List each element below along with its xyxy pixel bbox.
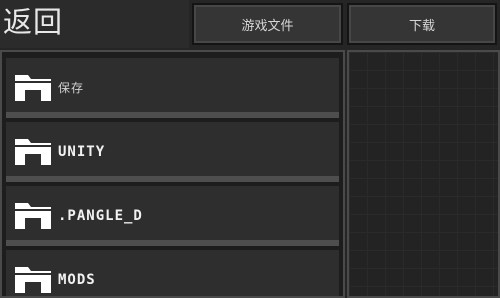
folder-row-mods[interactable]: MODS [6,250,339,296]
folder-icon [15,139,51,165]
folder-row-unity[interactable]: UNITY [6,122,339,182]
folder-icon [15,267,51,293]
folder-label: UNITY [58,144,106,160]
folder-row-pangle[interactable]: .PANGLE_D [6,186,339,246]
back-button[interactable]: 返回 [0,0,189,48]
folder-row-save[interactable]: 保存 [6,58,339,118]
folder-label: 保存 [58,81,85,95]
tab-download[interactable]: 下载 [347,3,497,45]
folder-list: 保存 UNITY .PANGLE_D MODS [0,50,345,298]
file-browser-screen: 返回 游戏文件 下载 保存 UNITY .PANGLE_D MODS [0,0,500,298]
folder-label: MODS [58,272,96,288]
folder-icon [15,75,51,101]
folder-icon [15,203,51,229]
download-panel [347,50,500,298]
folder-label: .PANGLE_D [58,208,143,224]
tab-game-files[interactable]: 游戏文件 [192,3,343,45]
